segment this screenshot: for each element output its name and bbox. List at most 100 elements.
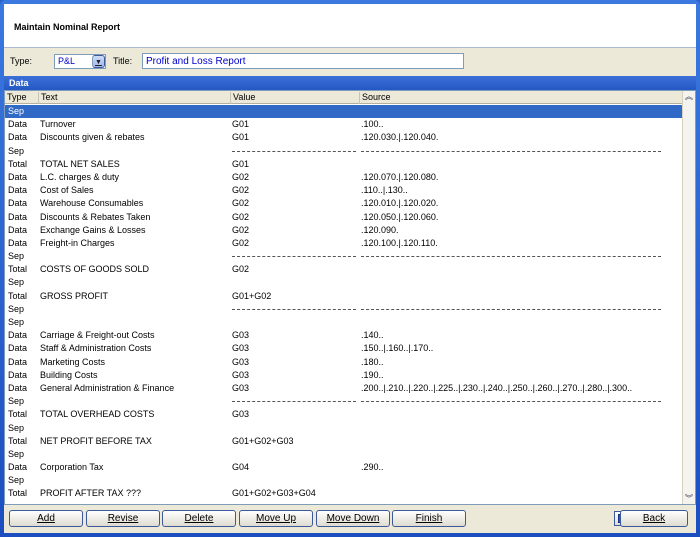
form-fields: Type: P&L ▼ Title: Profit and Loss Repor… [4,48,696,74]
table-row[interactable]: Total PROFIT AFTER TAX ??? G01+G02+G03+G04 [5,487,683,500]
row-value-cell: G01 [232,119,250,130]
table-row[interactable]: Data Corporation Tax G04 .290.. [5,461,683,474]
row-value-cell: G01 [232,158,250,169]
delete-button[interactable]: Delete [162,510,236,527]
move-up-button[interactable]: Move Up [239,510,313,527]
row-source-cell: .120.070.|.120.080. [361,171,439,182]
row-type-cell: Data [8,343,28,354]
title-input-value: Profit and Loss Report [146,56,246,67]
row-text-cell: Building Costs [40,369,98,380]
move-down-button[interactable]: Move Down [316,510,390,527]
title-input[interactable]: Profit and Loss Report [142,53,464,69]
row-type-cell: Sep [8,317,25,327]
row-source-cell: .120.010.|.120.020. [361,198,439,209]
table-row[interactable]: Data Freight-in Charges G02 .120.100.|.120.… [5,237,683,250]
row-source-cell: .120.050.|.120.060. [361,211,439,222]
row-source-cell: .120.030.|.120.040. [361,132,439,143]
column-header-source[interactable]: Source [359,92,391,104]
row-text-cell: Turnover [40,119,76,130]
row-type-cell: Sep [8,448,25,459]
table-row[interactable]: Sep [5,145,683,158]
row-value-cell: G02 [232,198,250,209]
row-type-cell: Data [8,224,28,235]
table-row[interactable]: Sep [5,316,683,329]
add-button[interactable]: Add [9,510,83,527]
row-text-cell: Freight-in Charges [40,237,115,248]
table-row[interactable]: Data Carriage & Freight-out Costs G03 .140.… [5,329,683,342]
row-text-cell: Staff & Administration Costs [40,343,152,354]
separator-line [232,256,356,258]
table-row[interactable]: Sep [5,105,683,119]
table-row[interactable]: Sep [5,448,683,461]
table-row[interactable]: Data General Administration & Finance G03.… [5,382,683,395]
row-text-cell: Marketing Costs [40,356,106,367]
row-type-cell: Data [8,356,28,367]
table-row[interactable]: Data Turnover G01 .100.. [5,118,683,131]
finish-button[interactable]: Finish [392,510,466,527]
table-row[interactable]: Data Building Costs G03 .190.. [5,369,683,382]
table-row[interactable]: Data Exchange Gains & Losses G02 .120.090. [5,224,683,237]
row-text-cell: L.C. charges & duty [40,171,120,182]
row-text-cell: Carriage & Freight-out Costs [40,330,155,341]
data-grid[interactable]: Type Text Value Source Sep Data Turnover G0… [4,90,696,505]
row-value-cell: G03 [232,330,250,341]
table-row[interactable]: Data Staff & Administration Costs G03 .150.… [5,342,683,355]
table-row[interactable]: Sep [5,303,683,316]
row-type-cell: Total [8,158,28,169]
table-row[interactable]: Data Cost of Sales G02 .110..|.130.. [5,184,683,197]
revise-button[interactable]: Revise [86,510,160,527]
table-row[interactable]: Sep [5,276,683,289]
row-value-cell: G01+G02 [232,290,272,301]
double-chevron-up-icon[interactable]: ︽ [683,91,695,102]
row-type-cell: Data [8,198,28,209]
table-row[interactable]: Sep [5,474,683,487]
form-header: Maintain Nominal Report [4,4,696,48]
table-row[interactable]: Total NET PROFIT BEFORE TAX G01+G02+G03 [5,435,683,448]
type-select-value: P&L [58,56,76,66]
type-select[interactable]: P&L ▼ [54,54,106,69]
row-type-cell: Data [8,132,28,143]
vertical-scrollbar[interactable]: ︽ ︾ [682,91,695,504]
table-row[interactable]: Data Warehouse Consumables G02 .120.010.|.1… [5,197,683,210]
row-type-cell: Sep [8,475,25,486]
row-value-cell: G03 [232,356,250,367]
table-row[interactable]: Data L.C. charges & duty G02 .120.070.|.120… [5,171,683,184]
row-value-cell: G03 [232,369,250,380]
double-chevron-down-icon[interactable]: ︾ [683,493,695,504]
row-text-cell: NET PROFIT BEFORE TAX [40,435,152,446]
back-button[interactable]: Back [620,510,688,527]
row-value-cell: G02 [232,211,250,222]
row-text-cell: PROFIT AFTER TAX ??? [40,488,142,499]
row-type-cell: Data [8,119,28,130]
table-row[interactable]: Data Marketing Costs G03 .180.. [5,356,683,369]
row-value-cell: G02 [232,237,250,248]
column-header-type[interactable]: Type [5,92,27,104]
row-text-cell: GROSS PROFIT [40,290,109,301]
column-header-text[interactable]: Text [38,92,58,104]
table-row[interactable]: Total GROSS PROFIT G01+G02 [5,290,683,303]
table-row[interactable]: Sep [5,395,683,408]
separator-line [361,401,661,403]
table-row[interactable]: Sep [5,250,683,263]
row-source-cell: .110..|.130.. [361,185,408,196]
separator-line [361,308,661,310]
row-type-cell: Data [8,462,28,473]
row-type-cell: Total [8,435,28,446]
table-row[interactable]: Sep [5,422,683,435]
row-value-cell: G02 [232,185,250,196]
table-row[interactable]: Total TOTAL OVERHEAD COSTS G03 [5,408,683,421]
row-text-cell: Exchange Gains & Losses [40,224,146,235]
row-value-cell: G02 [232,264,250,275]
row-type-cell: Sep [8,277,25,288]
table-row[interactable]: Data Discounts given & rebates G01 .120.030… [5,131,683,144]
table-row[interactable]: Total TOTAL NET SALES G01 [5,158,683,171]
chevron-down-icon[interactable]: ▼ [92,55,105,68]
row-source-cell: .200..|.210..|.220..|.225..|.230..|.240.… [361,382,633,393]
table-row[interactable]: Total COSTS OF GOODS SOLD G02 [5,263,683,276]
row-source-cell: .120.090. [361,224,399,235]
table-row[interactable]: Data Discounts & Rebates Taken G02 .120.050… [5,211,683,224]
column-header-value[interactable]: Value [230,92,255,104]
row-source-cell: .150..|.160..|.170.. [361,343,434,354]
row-type-cell: Data [8,382,28,393]
client-area: Type: P&L ▼ Title: Profit and Loss Repor… [4,48,696,533]
